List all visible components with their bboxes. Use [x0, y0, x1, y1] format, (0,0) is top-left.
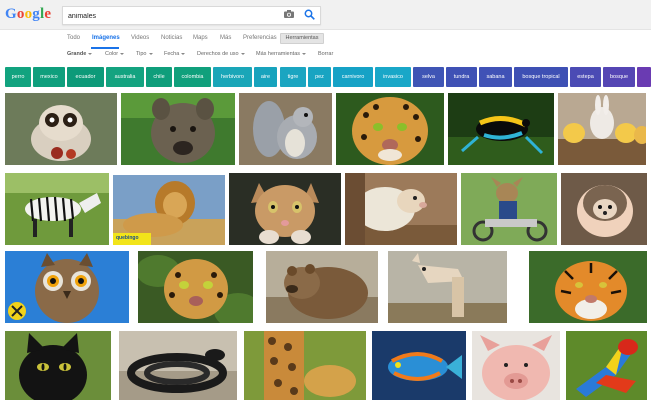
- image-result-jaguar-face[interactable]: [336, 93, 444, 165]
- filter-color-label: Color: [105, 51, 119, 57]
- image-result-lion[interactable]: quebingo: [113, 175, 225, 245]
- magnifier-icon[interactable]: [304, 9, 315, 20]
- search-input[interactable]: [68, 9, 278, 23]
- clear-filters-link[interactable]: Borrar: [318, 51, 333, 57]
- filter-usage-rights[interactable]: Derechos de uso: [197, 51, 245, 57]
- search-tabs: Todo Imágenes Videos Noticias Maps Más P…: [0, 30, 651, 48]
- image-result-hedgehog[interactable]: [561, 173, 647, 245]
- logo-letter: o: [24, 6, 33, 22]
- filter-size[interactable]: Grande: [67, 51, 93, 57]
- image-result-giraffe-cheetah[interactable]: [244, 331, 366, 400]
- chip-tundra[interactable]: tundra: [446, 67, 477, 87]
- chip-tigre[interactable]: tigre: [280, 67, 306, 87]
- tab-videos[interactable]: Videos: [131, 35, 149, 41]
- google-logo[interactable]: Google: [5, 6, 51, 23]
- chip-ecuador[interactable]: ecuador: [67, 67, 104, 87]
- filter-date-label: Fecha: [164, 51, 180, 57]
- chip-pez[interactable]: pez: [308, 67, 331, 87]
- image-result-jaguar-leaves[interactable]: [138, 251, 253, 323]
- chip-mexico[interactable]: mexico: [33, 67, 65, 87]
- image-result-kitten[interactable]: [229, 173, 341, 245]
- image-result-frog[interactable]: [448, 93, 554, 165]
- chevron-down-icon: [240, 52, 245, 55]
- filter-row: Grande Color Tipo Fecha Derechos de uso …: [0, 48, 651, 62]
- image-result-squirrel[interactable]: [239, 93, 332, 165]
- chip-estepa[interactable]: estepa: [570, 67, 601, 87]
- tab-maps[interactable]: Maps: [193, 35, 208, 41]
- filter-size-label: Grande: [67, 51, 87, 57]
- image-result-tiger[interactable]: [529, 251, 647, 323]
- chevron-down-icon: [302, 52, 307, 55]
- image-result-sheep[interactable]: [345, 173, 457, 245]
- chevron-down-icon: [148, 52, 153, 55]
- image-result-zebra[interactable]: [5, 173, 109, 245]
- chip-sabana[interactable]: sabana: [479, 67, 512, 87]
- tab-mas[interactable]: Más: [220, 35, 231, 41]
- image-result-llama[interactable]: [388, 251, 507, 323]
- image-result-black-cat[interactable]: [5, 331, 111, 400]
- chip-aire[interactable]: aire: [254, 67, 277, 87]
- logo-letter: o: [16, 6, 25, 22]
- chevron-down-icon: [120, 52, 125, 55]
- image-result-owl[interactable]: [5, 251, 129, 323]
- image-result-mandarin-fish[interactable]: [372, 331, 466, 400]
- image-result-dog-motorbike[interactable]: [461, 173, 557, 245]
- chip-perro[interactable]: perro: [5, 67, 31, 87]
- filter-date[interactable]: Fecha: [164, 51, 186, 57]
- tab-imagenes[interactable]: Imágenes: [92, 35, 120, 41]
- logo-letter: G: [5, 6, 17, 22]
- chevron-down-icon: [88, 52, 93, 55]
- filter-more-tools[interactable]: Más herramientas: [256, 51, 307, 57]
- chip-australia[interactable]: australia: [106, 67, 144, 87]
- watermark-label: quebingo: [116, 235, 139, 241]
- tab-noticias[interactable]: Noticias: [161, 35, 182, 41]
- tools-button[interactable]: Herramientas: [280, 33, 324, 44]
- chip-bosque-tropical[interactable]: bosque tropical: [514, 67, 568, 87]
- related-searches: perro mexico ecuador australia chile col…: [0, 66, 651, 88]
- image-result-pig[interactable]: [472, 331, 560, 400]
- filter-color[interactable]: Color: [105, 51, 125, 57]
- top-bar: Google: [0, 0, 651, 30]
- image-result-snake[interactable]: [119, 331, 237, 400]
- chip-carnivoro[interactable]: carnivoro: [333, 67, 373, 87]
- filter-usage-rights-label: Derechos de uso: [197, 51, 239, 57]
- tab-preferencias[interactable]: Preferencias: [243, 35, 277, 41]
- camera-icon[interactable]: [284, 10, 294, 18]
- chip-selva[interactable]: selva: [413, 67, 444, 87]
- chip-chile[interactable]: chile: [146, 67, 172, 87]
- logo-letter: e: [44, 6, 52, 22]
- logo-letter: g: [32, 6, 40, 22]
- image-result-chicks[interactable]: [558, 93, 646, 165]
- filter-type[interactable]: Tipo: [136, 51, 153, 57]
- image-result-macaw[interactable]: [566, 331, 647, 400]
- image-result-bear[interactable]: [266, 251, 378, 323]
- image-result-hyena[interactable]: [121, 93, 235, 165]
- filter-type-label: Tipo: [136, 51, 147, 57]
- chevron-down-icon: [181, 52, 186, 55]
- chip-bosque[interactable]: bosque: [603, 67, 635, 87]
- chip-invasico[interactable]: invasico: [375, 67, 411, 87]
- chip-more[interactable]: [637, 67, 651, 87]
- chip-herbivoro[interactable]: herbivoro: [213, 67, 252, 87]
- tab-todo[interactable]: Todo: [67, 35, 80, 41]
- image-result-loris[interactable]: [5, 93, 117, 165]
- chip-colombia[interactable]: colombia: [174, 67, 211, 87]
- search-box[interactable]: [62, 6, 321, 25]
- filter-more-tools-label: Más herramientas: [256, 51, 301, 57]
